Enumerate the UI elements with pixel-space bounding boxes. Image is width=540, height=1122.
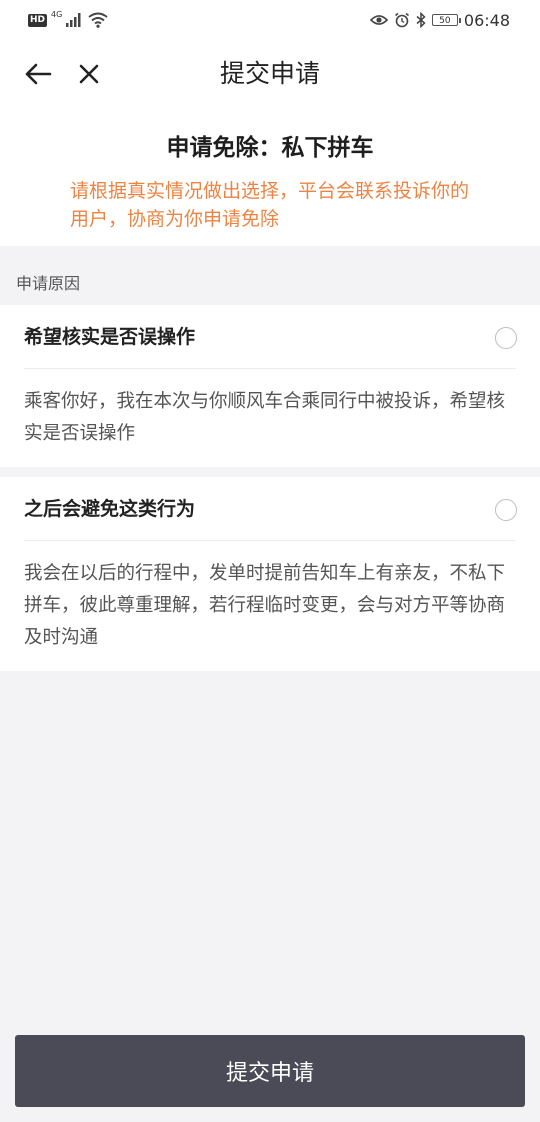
- network-type: 4G: [51, 9, 63, 19]
- reason-option-avoid[interactable]: 之后会避免这类行为 我会在以后的行程中，发单时提前告知车上有亲友，不私下拼车，彼…: [0, 477, 540, 671]
- status-left: HD 4G: [28, 10, 108, 30]
- nav-bar: 提交申请: [0, 48, 540, 100]
- divider: [24, 540, 516, 541]
- signal-icon: [66, 13, 81, 27]
- hd-icon: HD: [28, 13, 48, 27]
- option-title: 希望核实是否误操作: [24, 326, 196, 348]
- option-description: 我会在以后的行程中，发单时提前告知车上有亲友，不私下拼车，彼此尊重理解，若行程临…: [24, 563, 506, 648]
- battery-icon: 50: [431, 14, 461, 26]
- status-time: 06:48: [463, 10, 510, 30]
- eye-icon: [369, 15, 388, 25]
- alarm-icon: [394, 12, 409, 28]
- radio-icon[interactable]: [495, 499, 517, 521]
- option-title: 之后会避免这类行为: [24, 498, 196, 520]
- reason-option-verify[interactable]: 希望核实是否误操作 乘客你好，我在本次与你顺风车合乘同行中被投诉，希望核实是否误…: [0, 305, 540, 467]
- status-right: 50 06:48: [369, 10, 510, 30]
- notice-text: 请根据真实情况做出选择，平台会联系投诉你的用户，协商为你申请免除: [70, 180, 470, 230]
- radio-icon[interactable]: [495, 327, 517, 349]
- request-heading: 申请免除：私下拼车: [166, 135, 374, 161]
- bluetooth-icon: [416, 12, 426, 28]
- option-description: 乘客你好，我在本次与你顺风车合乘同行中被投诉，希望核实是否误操作: [24, 391, 506, 444]
- section-label: 申请原因: [16, 274, 81, 293]
- submit-button[interactable]: 提交申请: [15, 1035, 525, 1107]
- page-title: 提交申请: [219, 59, 320, 88]
- top-area: HD 4G 50 06:48 提交申请 申请免除：私下拼车 请根据真实情况做出选…: [0, 0, 540, 246]
- divider: [24, 368, 516, 369]
- status-bar: HD 4G 50 06:48: [0, 0, 540, 40]
- wifi-icon: [88, 12, 108, 28]
